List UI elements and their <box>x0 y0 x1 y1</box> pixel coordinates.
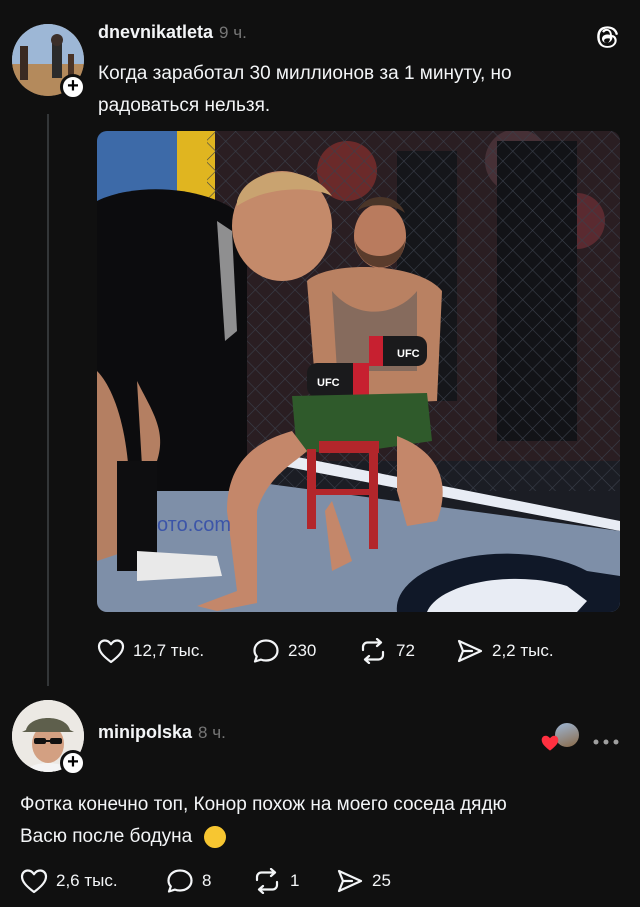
floor-text: ото.com <box>157 514 231 536</box>
reply-header: minipolska 8 ч. <box>98 722 226 743</box>
reply-share-count: 25 <box>372 871 391 890</box>
reply-repost-button[interactable]: 1 <box>252 868 299 894</box>
post-share-count: 2,2 тыс. <box>492 641 554 660</box>
reply-like-button[interactable]: 2,6 тыс. <box>20 868 118 894</box>
follow-plus-button[interactable]: + <box>60 74 86 100</box>
repost-icon <box>361 638 385 664</box>
heart-icon <box>541 735 559 751</box>
reply-text-line-2: Васю после бодуна <box>20 826 193 847</box>
post-like-button[interactable]: 12,7 тыс. <box>97 638 204 664</box>
share-icon <box>337 869 363 893</box>
reply-share-button[interactable]: 25 <box>336 868 391 894</box>
reply-like-count: 2,6 тыс. <box>56 871 118 890</box>
reply-comment-count: 8 <box>202 871 212 890</box>
reply-text-line-2-row: Васю после бодуна 🤣 <box>20 821 620 853</box>
comment-icon <box>253 639 279 663</box>
reply-text: Фотка конечно топ, Конор похож на моего … <box>20 789 620 853</box>
post-username[interactable]: dnevnikatleta <box>98 22 213 43</box>
reply-repost-count: 1 <box>290 871 300 890</box>
post-text-line-1: Когда заработал 30 миллионов за 1 минуту… <box>98 63 512 84</box>
rofl-emoji-icon: 🤣 <box>200 822 229 852</box>
glove-left-text: UFC <box>317 377 340 389</box>
liked-by-author-indicator <box>540 722 580 752</box>
reply-time: 8 ч. <box>198 723 226 742</box>
more-icon[interactable] <box>592 733 620 745</box>
heart-icon <box>20 869 48 894</box>
reply-comment-button[interactable]: 8 <box>166 868 211 894</box>
reply-username[interactable]: minipolska <box>98 722 192 743</box>
reply-follow-plus-button[interactable]: + <box>60 750 86 776</box>
comment-icon <box>167 869 193 893</box>
post-repost-count: 72 <box>396 641 415 660</box>
glove-right-text: UFC <box>397 348 420 360</box>
photo-octagon-scene: UFC UFC ото.com <box>97 131 620 612</box>
repost-icon <box>255 868 279 894</box>
heart-icon <box>97 639 125 664</box>
post-like-count: 12,7 тыс. <box>133 641 205 660</box>
post-image[interactable]: UFC UFC ото.com <box>97 131 620 612</box>
thread-connector-line <box>47 114 49 686</box>
share-icon <box>457 639 483 663</box>
post-text: Когда заработал 30 миллионов за 1 минуту… <box>98 58 618 122</box>
post-comment-button[interactable]: 230 <box>252 638 316 664</box>
post-comment-count: 230 <box>288 641 317 660</box>
post-time: 9 ч. <box>219 23 247 42</box>
threads-logo-icon[interactable] <box>592 22 622 52</box>
post-header: dnevnikatleta 9 ч. <box>98 22 247 43</box>
reply-text-line-1: Фотка конечно топ, Конор похож на моего … <box>20 794 507 815</box>
post-share-button[interactable]: 2,2 тыс. <box>456 638 554 664</box>
post-text-line-2: радоваться нельзя. <box>98 95 271 116</box>
post-repost-button[interactable]: 72 <box>358 638 415 664</box>
